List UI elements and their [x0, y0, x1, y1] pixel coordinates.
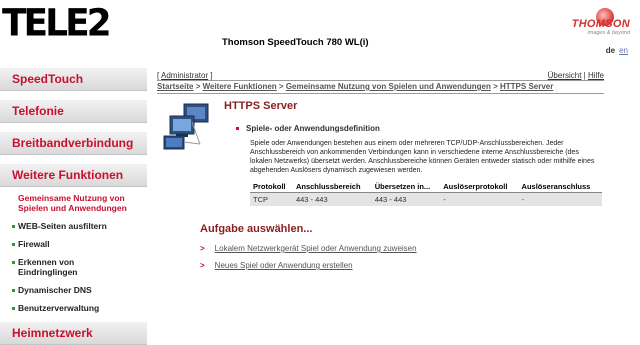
page-title: HTTPS Server — [224, 100, 298, 112]
cell-protocol: TCP — [250, 192, 293, 206]
col-anschlussbereich: Anschlussbereich — [292, 181, 372, 193]
cell-trigger-port: - — [518, 192, 602, 206]
sidebar: SpeedTouch Telefonie Breitbandverbindung… — [0, 68, 147, 345]
product-title: Thomson SpeedTouch 780 WL(i) — [222, 37, 369, 48]
breadcrumb-spiele-anwendungen[interactable]: Gemeinsame Nutzung von Spielen und Anwen… — [286, 82, 491, 91]
sidebar-subitem-eindringlinge[interactable]: Erkennen von Eindringlingen — [0, 257, 98, 277]
lang-en-link[interactable]: en — [619, 46, 628, 55]
sidebar-subitem-benutzerverwaltung[interactable]: Benutzerverwaltung — [0, 303, 147, 313]
breadcrumb-startseite[interactable]: Startseite — [157, 82, 193, 91]
task-title: Aufgabe auswählen... — [200, 223, 313, 235]
sidebar-subitem-firewall[interactable]: Firewall — [0, 239, 147, 249]
brand-tagline: images & beyond — [587, 30, 631, 36]
assign-game-link[interactable]: Lokalem Netzwerkgerät Spiel oder Anwendu… — [215, 244, 417, 253]
sidebar-item-breitbandverbindung[interactable]: Breitbandverbindung — [0, 132, 147, 155]
tele2-logo: TELE2 — [2, 1, 112, 45]
sidebar-subitem-spiele-anwendungen[interactable]: Gemeinsame Nutzung von Spielen und Anwen… — [0, 193, 136, 213]
col-protokoll: Protokoll — [250, 181, 293, 193]
cell-port-range: 443 - 443 — [292, 192, 372, 206]
col-uebersetzen: Übersetzen in... — [371, 181, 441, 193]
description-text: Spiele oder Anwendungen bestehen aus ein… — [250, 140, 595, 174]
user-bar: [ Administrator ] Übersicht | Hilfe — [157, 71, 604, 80]
col-ausloeserprotokoll: Auslöserprotokoll — [440, 181, 519, 193]
administrator-link[interactable]: Administrator — [161, 71, 208, 80]
task-item: > Neues Spiel oder Anwendung erstellen — [200, 261, 353, 270]
language-switch: de en — [606, 46, 628, 55]
thomson-brand: THOMSON images & beyond — [572, 8, 630, 36]
lang-de: de — [605, 46, 616, 55]
breadcrumb-https-server[interactable]: HTTPS Server — [500, 82, 553, 91]
section-label: Spiele- oder Anwendungsdefinition — [246, 124, 380, 133]
sidebar-item-speedtouch[interactable]: SpeedTouch — [0, 68, 147, 91]
sidebar-subitem-web-filter[interactable]: WEB-Seiten ausfiltern — [0, 221, 147, 231]
table-row: TCP 443 - 443 443 - 443 - - — [250, 192, 602, 206]
create-game-link[interactable]: Neues Spiel oder Anwendung erstellen — [215, 261, 353, 270]
task-item: > Lokalem Netzwerkgerät Spiel oder Anwend… — [200, 244, 417, 253]
overview-link[interactable]: Übersicht — [548, 71, 582, 80]
divider — [157, 80, 604, 81]
cell-trigger-protocol: - — [440, 192, 519, 206]
bullet-icon — [236, 127, 239, 130]
col-ausloeseranschluss: Auslöseranschluss — [518, 181, 602, 193]
cell-translate: 443 - 443 — [371, 192, 441, 206]
arrow-right-icon: > — [200, 244, 205, 253]
sidebar-subitem-dynamischer-dns[interactable]: Dynamischer DNS — [0, 285, 147, 295]
sidebar-item-weitere-funktionen[interactable]: Weitere Funktionen — [0, 164, 147, 187]
breadcrumb: Startseite > Weitere Funktionen > Gemein… — [157, 82, 554, 91]
network-computers-icon — [163, 103, 209, 150]
sidebar-item-heimnetzwerk[interactable]: Heimnetzwerk — [0, 322, 147, 345]
arrow-right-icon: > — [200, 261, 205, 270]
divider — [157, 93, 604, 94]
brand-name: THOMSON — [571, 18, 630, 30]
table-header-row: Protokoll Anschlussbereich Übersetzen in… — [250, 181, 602, 193]
port-mapping-table: Protokoll Anschlussbereich Übersetzen in… — [250, 181, 602, 206]
sidebar-item-telefonie[interactable]: Telefonie — [0, 100, 147, 123]
help-link[interactable]: Hilfe — [588, 71, 604, 80]
breadcrumb-weitere-funktionen[interactable]: Weitere Funktionen — [203, 82, 277, 91]
